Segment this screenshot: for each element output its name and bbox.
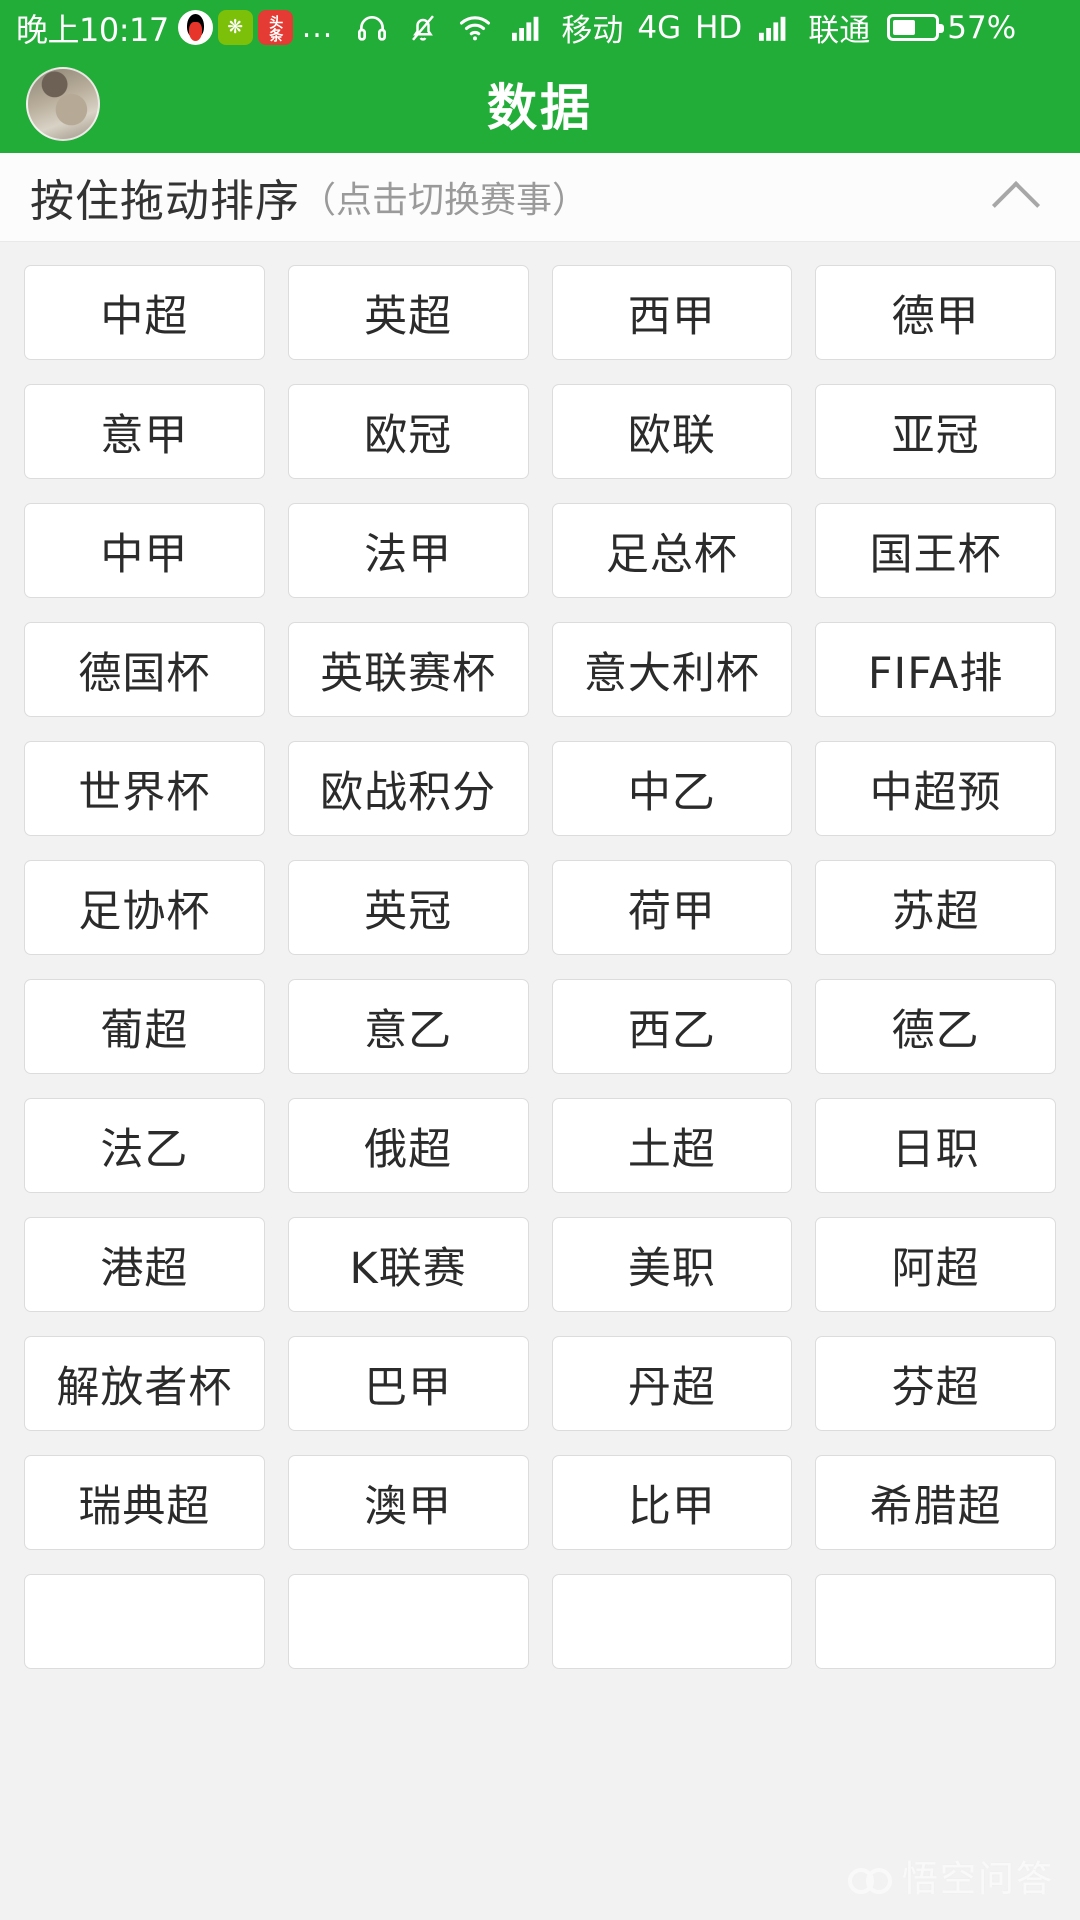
league-cell[interactable]: 芬超 [815,1336,1056,1431]
league-cell[interactable]: FIFA排 [815,622,1056,717]
league-cell[interactable]: 葡超 [24,979,265,1074]
league-cell[interactable]: 解放者杯 [24,1336,265,1431]
league-cell[interactable]: 欧冠 [287,384,529,479]
carrier-name-unicom: 联通 [808,13,871,49]
sort-header-hint: （点击切换赛事） [300,180,589,221]
league-cell[interactable]: 土超 [551,1098,793,1193]
league-cell[interactable]: 西乙 [551,979,793,1074]
league-cell[interactable]: 足协杯 [24,860,265,955]
headphone-icon [356,12,388,44]
league-cell[interactable]: 澳甲 [287,1455,529,1550]
signal-icon [512,14,544,42]
league-cell[interactable]: 亚冠 [815,384,1056,479]
league-cell[interactable]: 意甲 [24,384,265,479]
wifi-icon [458,13,492,43]
league-grid: 中超 英超 西甲 德甲意甲 欧冠 欧联 亚冠中甲 法甲 足总杯 国王杯德国杯 英联赛杯 意大利杯 FIF… [24,265,1056,1669]
qq-icon [177,10,213,45]
wechat-game-icon [217,10,253,45]
league-cell[interactable]: 意乙 [287,979,529,1074]
league-cell[interactable]: 苏超 [815,860,1056,955]
league-cell[interactable]: 德乙 [815,979,1056,1074]
league-cell[interactable]: 世界杯 [24,741,265,836]
league-cell[interactable]: 阿超 [815,1217,1056,1312]
league-cell[interactable]: 意大利杯 [551,622,793,717]
league-cell[interactable]: 希腊超 [815,1455,1056,1550]
league-cell[interactable]: 丹超 [551,1336,793,1431]
page-title: 数据 [487,79,593,137]
league-cell[interactable] [24,1574,265,1669]
league-cell[interactable]: 比甲 [551,1455,793,1550]
sort-header[interactable]: 按住拖动排序 （点击切换赛事） [0,153,1080,242]
network-type: 4G [637,9,682,46]
status-bar-time: 晚上10:17 [16,10,169,49]
league-cell[interactable] [551,1574,793,1669]
title-bar: 数据 [0,55,1080,153]
league-cell[interactable]: 日职 [815,1098,1056,1193]
league-cell[interactable]: 足总杯 [551,503,793,598]
league-cell[interactable]: 港超 [24,1217,265,1312]
league-cell[interactable]: 中超 [24,265,265,360]
league-cell[interactable]: 欧战积分 [287,741,529,836]
league-cell[interactable]: 德国杯 [24,622,265,717]
signal-icon-secondary [759,14,791,42]
league-cell[interactable]: 中乙 [551,741,793,836]
league-cell[interactable]: 英联赛杯 [287,622,529,717]
sort-header-label: 按住拖动排序 [30,176,300,227]
battery-percent: 57% [947,9,1017,46]
league-grid-container: 中超 英超 西甲 德甲意甲 欧冠 欧联 亚冠中甲 法甲 足总杯 国王杯德国杯 英联赛杯 意大利杯 FIF… [0,242,1080,1920]
league-cell[interactable]: 国王杯 [815,503,1056,598]
avatar[interactable] [26,67,100,141]
bell-muted-icon [408,12,438,44]
league-cell[interactable]: 荷甲 [551,860,793,955]
league-cell[interactable]: 英超 [287,265,529,360]
league-cell[interactable]: 中甲 [24,503,265,598]
league-cell[interactable] [815,1574,1056,1669]
league-cell[interactable]: 法甲 [287,503,529,598]
app-root: 晚上10:17 ... [0,0,1080,1920]
league-cell[interactable]: K联赛 [287,1217,529,1312]
league-cell[interactable]: 法乙 [24,1098,265,1193]
league-cell[interactable]: 西甲 [551,265,793,360]
status-bar: 晚上10:17 ... [0,0,1080,55]
hd-indicator: HD [695,9,743,46]
league-cell[interactable]: 英冠 [287,860,529,955]
carrier-name-mobile: 移动 [561,13,624,49]
league-cell[interactable]: 美职 [551,1217,793,1312]
battery-icon [887,14,945,41]
toutiao-icon [257,10,293,45]
league-cell[interactable] [287,1574,529,1669]
status-overflow-dots: ... [301,9,334,45]
league-cell[interactable]: 巴甲 [287,1336,529,1431]
league-cell[interactable]: 俄超 [287,1098,529,1193]
chevron-up-icon[interactable] [992,174,1038,220]
league-cell[interactable]: 中超预 [815,741,1056,836]
league-cell[interactable]: 德甲 [815,265,1056,360]
league-cell[interactable]: 瑞典超 [24,1455,265,1550]
league-cell[interactable]: 欧联 [551,384,793,479]
